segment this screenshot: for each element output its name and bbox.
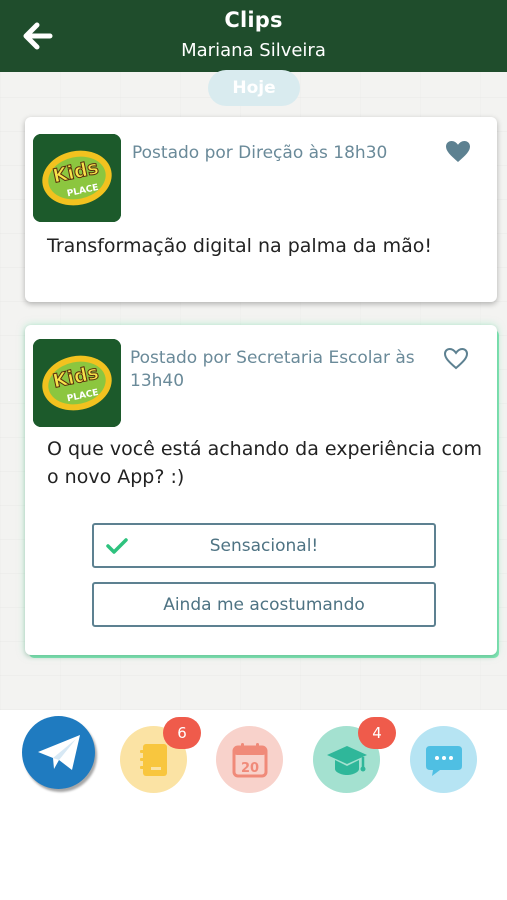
like-button[interactable] [443,347,469,371]
post-meta: Postado por Secretaria Escolar às 13h40 [130,348,415,391]
grades-badge: 4 [358,717,396,749]
nav-calendar-button[interactable]: 20 [216,726,283,793]
notebook-icon [139,743,167,776]
school-logo: Kids PLACE [33,134,121,222]
checkmark-icon [106,538,128,554]
poll-option-label: Ainda me acostumando [163,594,365,615]
heart-outline-icon [443,347,469,370]
nav-chat-button[interactable] [410,726,477,793]
top-app-bar: Clips Mariana Silveira [0,0,507,72]
clips-feed[interactable]: Hoje Kids PLACE Postado por Direção às 1… [0,70,507,710]
page-title: Clips [224,8,283,32]
page-subtitle: Mariana Silveira [181,40,326,61]
post-card[interactable]: Kids PLACE Postado por Direção às 18h30 … [25,117,497,302]
poll-option[interactable]: Ainda me acostumando [92,582,436,627]
post-text: Transformação digital na palma da mão! [47,235,433,257]
post-card-poll[interactable]: Kids PLACE Postado por Secretaria Escola… [25,325,497,655]
like-button[interactable] [445,140,471,164]
calendar-icon: 20 [232,742,267,777]
nav-send-button[interactable] [22,716,95,789]
poll-option-label: Sensacional! [209,535,319,556]
paper-plane-icon [37,734,80,770]
post-text: O que você está achando da experiência c… [47,438,483,488]
chat-bubble-icon [425,745,462,776]
notebook-badge: 6 [163,717,201,749]
heart-filled-icon [446,141,470,162]
school-logo: Kids PLACE [33,339,121,427]
poll-option-selected[interactable]: Sensacional! [92,523,436,568]
bottom-nav: 6 20 4 [0,710,507,900]
date-separator: Hoje [208,70,300,106]
post-meta: Postado por Direção às 18h30 [132,143,388,163]
graduation-cap-icon [326,745,367,775]
calendar-day: 20 [240,761,258,776]
